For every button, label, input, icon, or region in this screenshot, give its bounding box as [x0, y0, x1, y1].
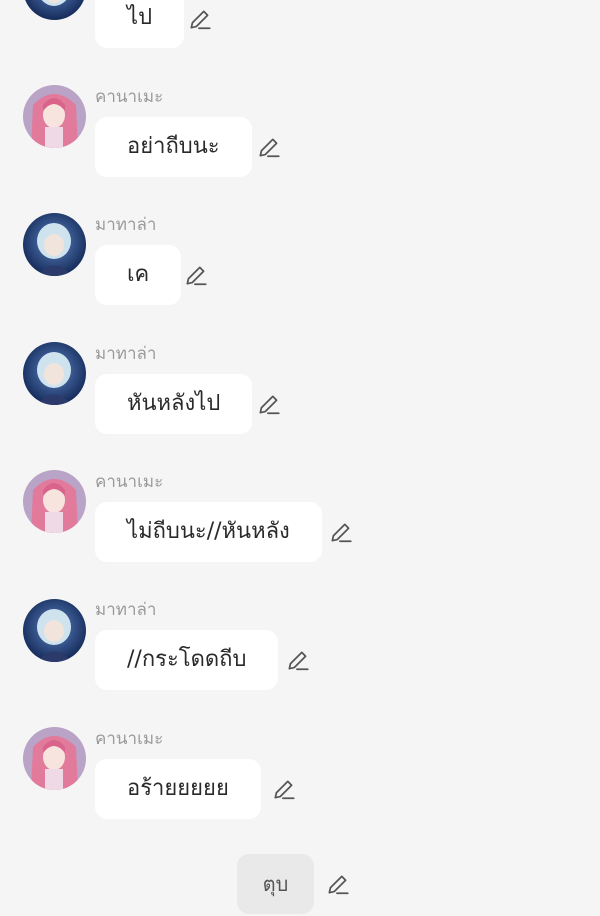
pencil-icon[interactable]	[256, 391, 282, 417]
message-text: ไม่ถีบนะ//หันหลัง	[127, 519, 290, 544]
avatar-matala[interactable]	[23, 599, 86, 662]
pencil-icon[interactable]	[325, 871, 351, 897]
message-text: ไป	[127, 5, 153, 30]
message-text: เค	[127, 262, 150, 287]
sender-name: มาทาล่า	[95, 344, 157, 364]
avatar-kaname[interactable]	[23, 727, 86, 790]
pencil-icon[interactable]	[183, 262, 209, 288]
avatar-matala[interactable]	[23, 0, 86, 20]
message-bubble: อย่าถีบนะ	[95, 117, 252, 177]
action-bubble: ตุบ	[237, 854, 314, 914]
sender-name: คานาเมะ	[95, 87, 164, 107]
sender-name: คานาเมะ	[95, 729, 164, 749]
message-bubble: เค	[95, 245, 182, 305]
pencil-icon[interactable]	[256, 134, 282, 160]
message-text: //กระโดดถีบ	[127, 647, 247, 672]
avatar-kaname[interactable]	[23, 85, 86, 148]
action-text: ตุบ	[262, 872, 289, 896]
message-bubble: ไม่ถีบนะ//หันหลัง	[95, 502, 322, 562]
avatar-matala[interactable]	[23, 342, 86, 405]
message-text: อย่าถีบนะ	[127, 134, 220, 159]
message-bubble: หันหลังไป	[95, 374, 253, 434]
pencil-icon[interactable]	[187, 6, 213, 32]
message-text: อร้ายยยยย	[127, 776, 229, 801]
message-bubble: อร้ายยยยย	[95, 759, 261, 819]
sender-name: คานาเมะ	[95, 472, 164, 492]
message-text: หันหลังไป	[127, 391, 221, 416]
message-bubble: //กระโดดถีบ	[95, 630, 279, 690]
avatar-matala[interactable]	[23, 213, 86, 276]
sender-name: มาทาล่า	[95, 215, 157, 235]
pencil-icon[interactable]	[285, 647, 311, 673]
sender-name: มาทาล่า	[95, 600, 157, 620]
avatar-kaname[interactable]	[23, 470, 86, 533]
message-bubble: ไป	[95, 0, 185, 48]
pencil-icon[interactable]	[271, 776, 297, 802]
pencil-icon[interactable]	[328, 519, 354, 545]
